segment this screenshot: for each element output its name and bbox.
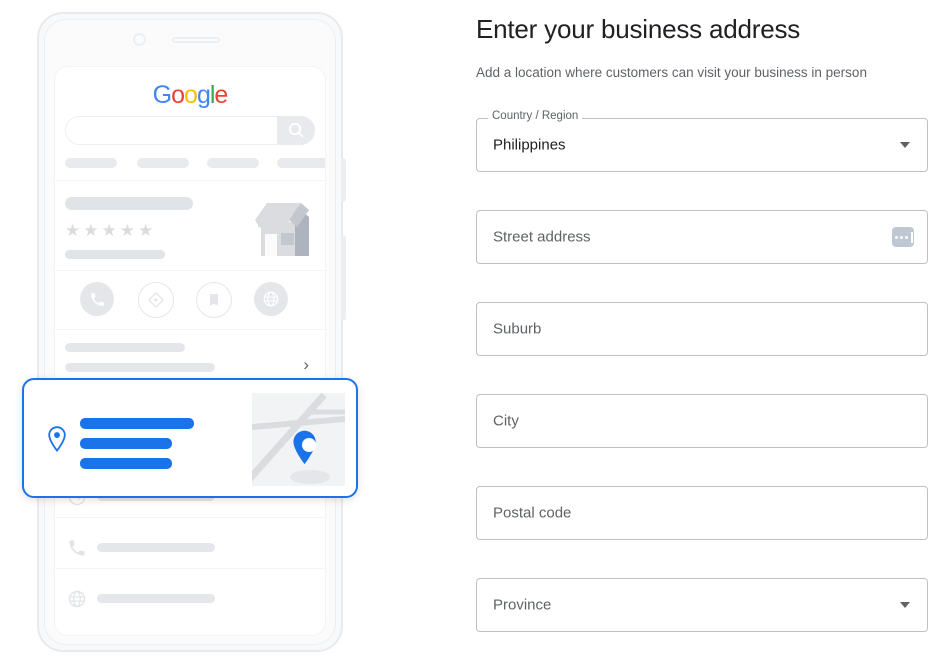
website-icon: [263, 291, 279, 307]
page-title: Enter your business address: [476, 14, 801, 44]
city-field[interactable]: City: [476, 394, 928, 448]
business-address-page: Google ★★★★★ › Enter your business addre…: [0, 0, 952, 667]
directions-icon: [147, 291, 165, 309]
autofill-caret: [910, 231, 913, 243]
logo-letter-g2: g: [196, 81, 211, 109]
call-button[interactable]: [80, 282, 114, 316]
postal-code-field[interactable]: Postal code: [476, 486, 928, 540]
address-line-bar: [80, 418, 194, 429]
autofill-dot: [904, 235, 908, 239]
chevron-right-icon: ›: [303, 355, 309, 374]
google-logo: Google: [55, 81, 325, 110]
search-button[interactable]: [277, 116, 315, 145]
country-region-label: Country / Region: [488, 110, 583, 123]
autofill-dot: [899, 235, 903, 239]
logo-letter-g1: G: [152, 81, 172, 109]
suburb-field[interactable]: Suburb: [476, 302, 928, 356]
call-icon: [90, 292, 104, 306]
rating-stars: ★★★★★: [65, 221, 157, 240]
address-form: Enter your business address Add a locati…: [452, 0, 952, 667]
phone-camera-icon: [133, 33, 146, 46]
logo-letter-o2: o: [184, 81, 198, 109]
country-region-field[interactable]: Country / Region Philippines: [476, 110, 928, 172]
divider: [55, 568, 325, 569]
phone-side-button-lower: [341, 235, 346, 321]
filter-chip[interactable]: [137, 158, 189, 168]
phone-screen: Google ★★★★★ ›: [54, 66, 326, 636]
autofill-icon[interactable]: [892, 227, 914, 247]
suburb-placeholder: Suburb: [493, 320, 542, 338]
divider: [55, 329, 325, 330]
divider: [55, 517, 325, 518]
search-icon: [288, 122, 304, 138]
storefront-illustration: [255, 203, 309, 256]
address-line-bar: [80, 438, 172, 449]
business-name-placeholder: [65, 197, 193, 210]
autofill-dot: [894, 235, 898, 239]
filter-chip[interactable]: [277, 158, 325, 168]
phone-side-button-upper: [341, 158, 346, 202]
divider: [55, 180, 325, 181]
postal-code-placeholder: Postal code: [493, 504, 572, 522]
phone-icon: [69, 540, 85, 556]
phone-speaker-icon: [172, 37, 220, 43]
bookmark-button[interactable]: [196, 282, 232, 318]
business-category-placeholder: [65, 250, 165, 259]
phone-text-bar: [97, 543, 215, 552]
chevron-down-icon[interactable]: [900, 142, 910, 148]
filter-chip[interactable]: [207, 158, 259, 168]
website-globe-icon: [68, 590, 86, 608]
website-button[interactable]: [254, 282, 288, 316]
phone-illustration: Google ★★★★★ ›: [0, 0, 452, 667]
street-address-placeholder: Street address: [493, 228, 591, 246]
address-line-bar: [80, 458, 172, 469]
list-row-bar: [65, 343, 185, 352]
logo-letter-e: e: [214, 81, 228, 109]
website-text-bar: [97, 594, 215, 603]
bookmark-icon: [210, 294, 218, 306]
directions-button[interactable]: [138, 282, 174, 318]
street-address-field[interactable]: Street address: [476, 210, 928, 264]
province-field[interactable]: Province: [476, 578, 928, 632]
address-highlight-card[interactable]: [22, 378, 358, 498]
city-placeholder: City: [493, 412, 519, 430]
country-region-value: Philippines: [493, 136, 566, 154]
filter-chip[interactable]: [65, 158, 117, 168]
logo-letter-o1: o: [171, 81, 185, 109]
location-pin-icon: [48, 426, 66, 452]
list-row-bar: [65, 363, 215, 372]
action-buttons-row: [55, 271, 325, 329]
chevron-down-icon[interactable]: [900, 602, 910, 608]
page-subtitle: Add a location where customers can visit…: [476, 65, 867, 80]
filter-chips-row: [65, 158, 325, 168]
province-placeholder: Province: [493, 596, 552, 614]
map-thumbnail[interactable]: [252, 393, 345, 486]
search-input[interactable]: [65, 116, 315, 145]
